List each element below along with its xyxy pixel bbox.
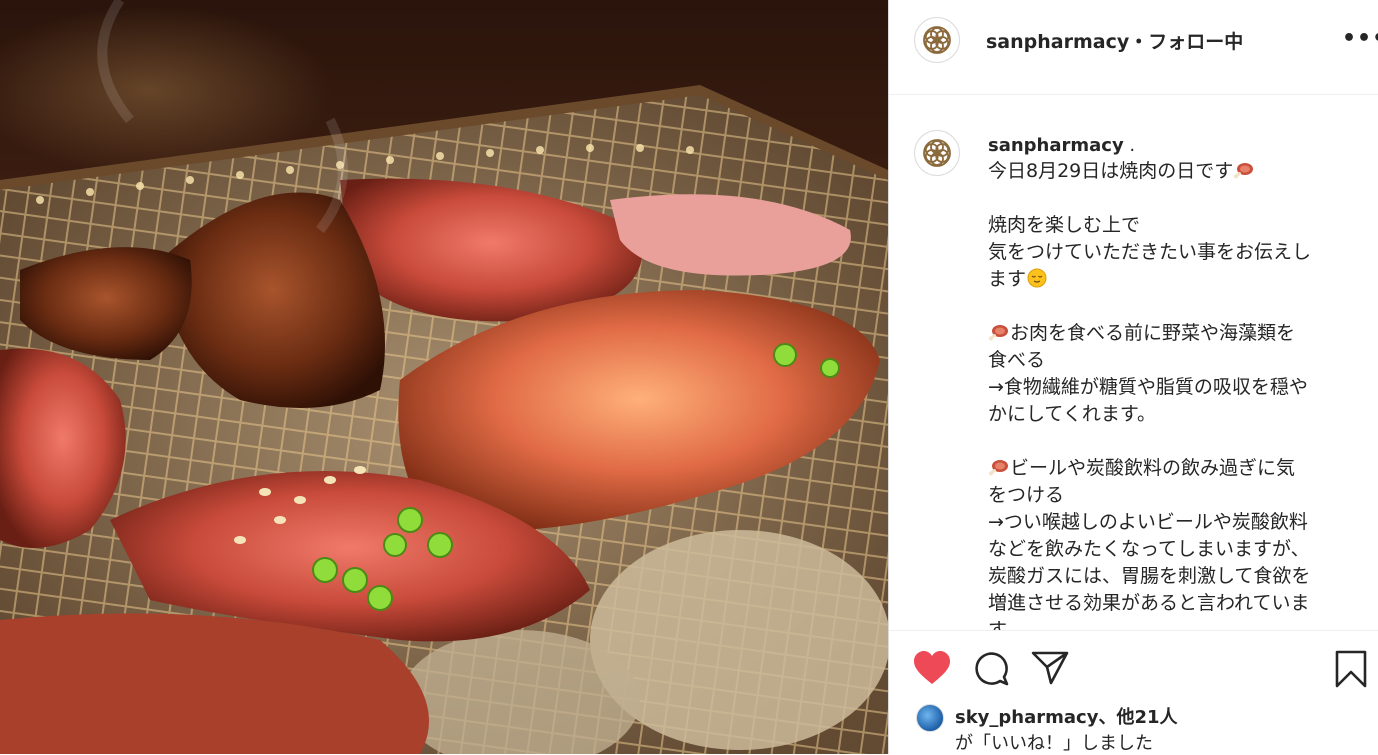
caption-line-text: 今日8月29日は焼肉の日です [988, 160, 1234, 182]
likes-others[interactable]: 、他21人 [1098, 707, 1177, 728]
caption-line: 今日8月29日は焼肉の日です [988, 158, 1358, 185]
header-username[interactable]: sanpharmacy [986, 31, 1129, 53]
liker-username[interactable]: sky_pharmacy [955, 707, 1098, 728]
caption-line [988, 428, 1358, 455]
share-icon[interactable] [1031, 651, 1069, 685]
caption-line [988, 293, 1358, 320]
caption-comment: sanpharmacy . 今日8月29日は焼肉の日です 焼肉を楽しむ上で気をつけ… [889, 96, 1378, 630]
header-separator: ・ [1129, 31, 1149, 53]
caption-line-text: す。 [988, 619, 1025, 630]
caption-line: かにしてくれます。 [988, 401, 1358, 428]
meat-icon [988, 457, 1010, 479]
caption-text: 今日8月29日は焼肉の日です 焼肉を楽しむ上で気をつけていただきたい事をお伝えしま… [988, 158, 1358, 630]
caption-line: お肉を食べる前に野菜や海藻類を [988, 320, 1358, 347]
caption-line-text: 増進させる効果があると言われていま [988, 592, 1310, 614]
flower-logo-icon [923, 139, 951, 167]
caption-line: ビールや炭酸飲料の飲み過ぎに気 [988, 455, 1358, 482]
caption-line-text: かにしてくれます。 [988, 403, 1156, 425]
caption-line-text: ます [988, 268, 1027, 290]
caption-line: 食べる [988, 347, 1358, 374]
caption-line [988, 185, 1358, 212]
caption-line-text: お肉を食べる前に野菜や海藻類を [1010, 322, 1296, 344]
caption-line: 焼肉を楽しむ上で [988, 212, 1358, 239]
caption-line-text: 気をつけていただきたい事をお伝えし [988, 241, 1312, 263]
caption-line-text: →つい喉越しのよいビールや炭酸飲料 [988, 511, 1308, 533]
caption-author-name[interactable]: sanpharmacy [988, 135, 1124, 156]
caption-line: をつける [988, 482, 1358, 509]
grilled-meat-image [0, 0, 888, 754]
caption-line: 気をつけていただきたい事をお伝えし [988, 239, 1358, 266]
caption-line: 増進させる効果があると言われていま [988, 590, 1358, 617]
caption-line: などを飲みたくなってしまいますが、 [988, 536, 1358, 563]
caption-line: す。 [988, 617, 1358, 630]
more-dots-icon[interactable]: ••• [1342, 28, 1378, 50]
caption-line: ます [988, 266, 1358, 293]
follow-status[interactable]: フォロー中 [1148, 31, 1243, 53]
meat-icon [988, 322, 1010, 344]
relieved-face-icon [1026, 268, 1048, 290]
bookmark-icon[interactable] [1335, 650, 1367, 688]
meat-icon [1233, 160, 1255, 182]
caption-line: →食物繊維が糖質や脂質の吸収を穏や [988, 374, 1358, 401]
caption-author: sanpharmacy . [988, 135, 1135, 156]
caption-line-text: 焼肉を楽しむ上で [988, 214, 1141, 236]
caption-line: 炭酸ガスには、胃腸を刺激して食欲を [988, 563, 1358, 590]
avatar[interactable] [914, 17, 960, 63]
post-actions-footer: sky_pharmacy、他21人 が「いいね！」しました [889, 630, 1378, 754]
header-username-line: sanpharmacy・フォロー中 [986, 27, 1243, 54]
caption-line-text: をつける [988, 484, 1065, 506]
likes-suffix: が「いいね！」しました [955, 733, 1153, 754]
likes-summary: sky_pharmacy、他21人 [955, 703, 1178, 729]
caption-line-text: →食物繊維が糖質や脂質の吸収を穏や [988, 376, 1308, 398]
liker-avatar[interactable] [916, 704, 944, 732]
post-header: sanpharmacy・フォロー中 ••• [889, 0, 1378, 95]
post-photo[interactable] [0, 0, 888, 754]
post-side-panel: sanpharmacy・フォロー中 ••• sanpharmacy . 今日8月… [888, 0, 1378, 754]
caption-author-suffix: . [1123, 135, 1136, 156]
caption-line: →つい喉越しのよいビールや炭酸飲料 [988, 509, 1358, 536]
caption-line-text: 食べる [988, 349, 1046, 371]
heart-icon[interactable] [913, 650, 951, 686]
caption-line-text: などを飲みたくなってしまいますが、 [988, 538, 1310, 560]
flower-logo-icon [923, 26, 951, 54]
comment-icon[interactable] [973, 650, 1009, 686]
caption-line-text: 炭酸ガスには、胃腸を刺激して食欲を [988, 565, 1311, 587]
avatar[interactable] [914, 130, 960, 176]
caption-line-text: ビールや炭酸飲料の飲み過ぎに気 [1010, 457, 1296, 479]
